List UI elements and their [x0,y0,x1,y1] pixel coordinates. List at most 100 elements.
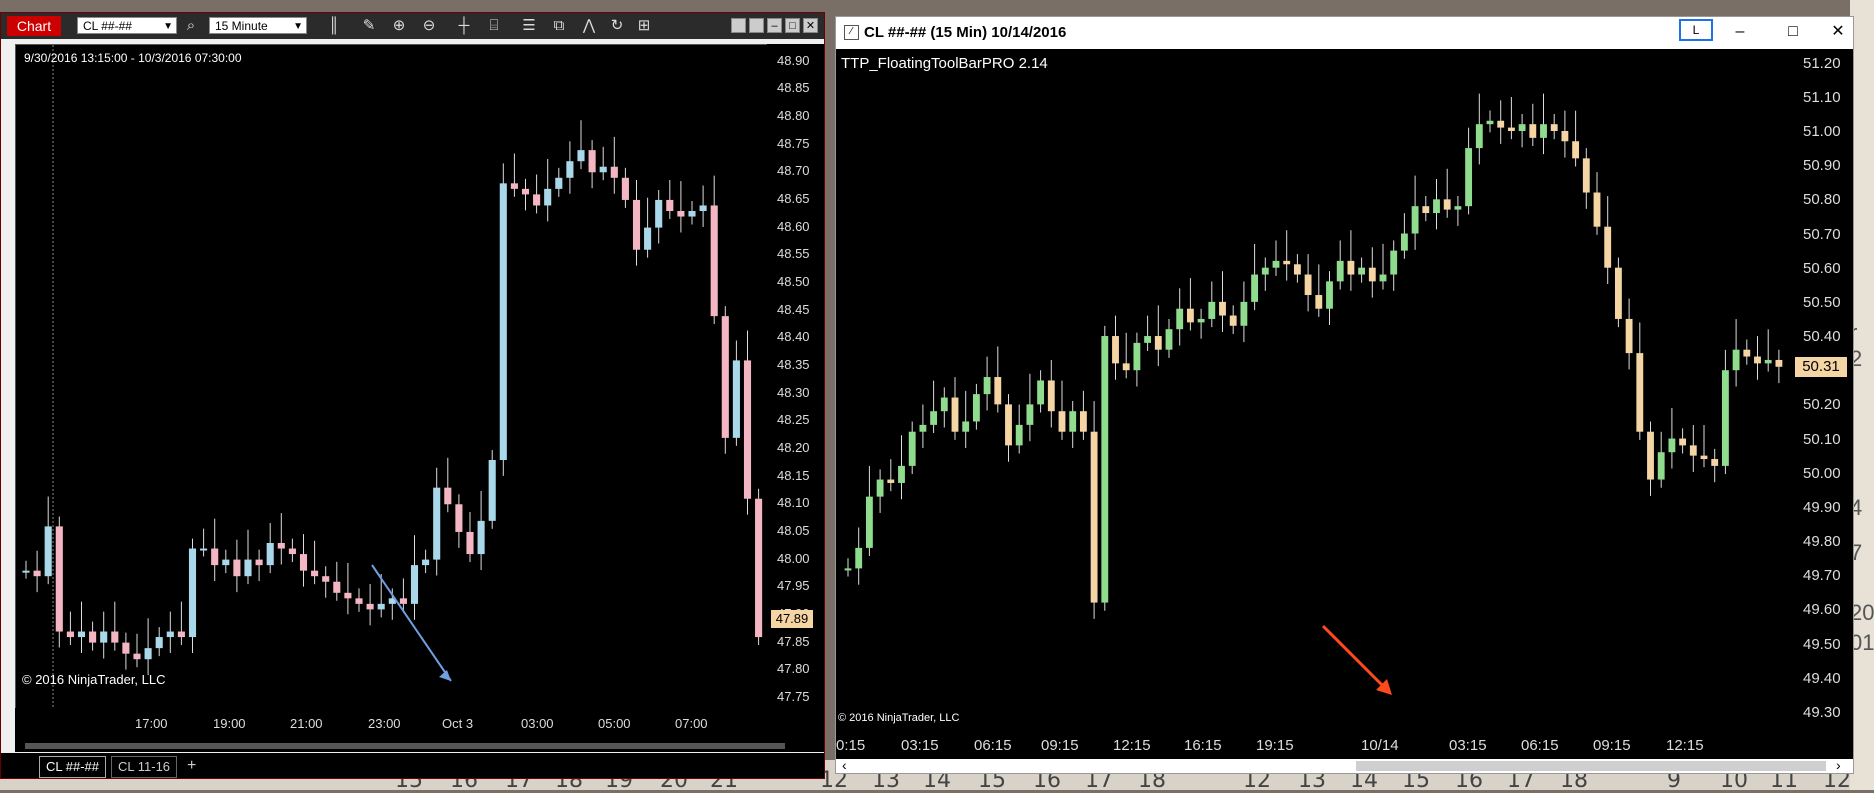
strategies-icon[interactable]: ⧉ [549,16,569,36]
left-candle [499,163,507,476]
time-axis-label: 06:15 [1521,737,1559,754]
scroll-right-icon[interactable]: › [1836,757,1841,773]
time-axis-label: 17:00 [135,716,168,731]
arrow-annotation[interactable] [1321,624,1390,693]
left-candle [144,618,152,676]
price-axis-label: 50.20 [1803,396,1841,414]
left-candle [22,560,30,579]
bar-style-icon[interactable]: ║ [324,16,344,36]
right-candle [1326,271,1333,326]
date-range-label: 9/30/2016 13:15:00 - 10/3/2016 07:30:00 [24,51,242,65]
maximize-icon[interactable]: □ [1781,21,1805,43]
instrument-select[interactable]: CL ##-## ▼ [77,17,177,34]
tab-cl-11-16[interactable]: CL 11-16 [111,756,178,778]
scroll-thumb[interactable] [1356,761,1826,771]
right-candle [1657,431,1665,488]
price-axis-label: 48.35 [777,356,810,372]
last-price-tag: 47.89 [771,610,813,629]
left-candle [621,167,629,208]
pencil-icon[interactable]: ✎ [359,16,379,36]
left-candle [200,528,208,557]
left-candle [677,181,685,233]
time-axis-label: 10/14 [1361,737,1399,754]
time-axis-label: 09:15 [1041,737,1079,754]
close-icon[interactable]: ✕ [1826,21,1850,43]
right-candle [951,377,959,440]
right-candle [1721,349,1729,475]
properties-icon[interactable]: ☰ [519,16,539,36]
price-axis-label: 49.80 [1803,533,1841,551]
zoom-out-icon[interactable]: ⊖ [419,16,439,36]
right-candle [1679,428,1687,454]
cascade-icon[interactable] [749,18,764,33]
tab-cl-main[interactable]: CL ##-## [39,756,106,778]
left-candle [477,490,485,571]
zoom-in-icon[interactable]: ⊕ [389,16,409,36]
close-icon[interactable]: ✕ [803,18,818,33]
price-axis-label: 50.40 [1803,328,1841,346]
minimize-icon[interactable]: – [1728,21,1752,43]
right-candle [1390,240,1398,291]
left-candle [455,494,463,548]
right-candle [1165,319,1173,358]
right-candlestick-chart [844,93,1783,695]
right-horizontal-scrollbar[interactable]: ‹ › [836,757,1853,773]
left-candle [211,518,219,582]
price-axis-label: 47.95 [777,578,810,594]
right-candle [1443,168,1451,218]
left-candle [77,601,86,654]
left-price-plot[interactable]: 9/30/2016 13:15:00 - 10/3/2016 07:30:00 … [15,44,769,710]
left-candle [244,529,252,585]
left-candle [410,535,419,620]
copyright-label: © 2016 NinjaTrader, LLC [22,672,166,687]
right-candle [1261,257,1269,291]
tile-icon[interactable] [731,18,746,33]
chart-tab-label[interactable]: Chart [7,16,61,36]
right-candle [994,346,1002,413]
left-candle [743,330,752,515]
right-candle [1122,332,1130,379]
price-axis-label: 48.10 [777,495,810,511]
templates-icon[interactable]: ⊞ [634,16,654,36]
left-candle [510,153,518,197]
right-candle [1358,257,1366,283]
crosshair-icon[interactable]: ┼ [454,16,474,36]
right-price-axis[interactable]: 51.20 51.10 51.00 50.90 50.80 50.70 50.60 50.50… [1793,49,1853,729]
price-axis-label: 49.60 [1803,601,1841,619]
data-box-icon[interactable]: ⌸ [484,16,504,36]
right-candle [1101,325,1109,611]
right-candle [930,380,938,434]
add-tab-button[interactable]: + [181,756,202,776]
price-axis-label: 48.45 [777,301,810,317]
left-candle [488,450,496,529]
left-candle [555,167,563,197]
search-icon[interactable]: ⌕ [181,16,201,36]
right-candle [1572,110,1580,167]
time-axis-label: 23:00 [368,716,401,731]
time-axis-label: 12:15 [1666,737,1704,754]
right-candle [1614,257,1622,328]
left-candle [89,621,97,651]
scroll-left-icon[interactable]: ‹ [842,757,847,773]
left-time-axis[interactable]: 17:00 19:00 21:00 23:00 Oct 3 03:00 05:00 07:00 [15,708,824,740]
time-axis-label: 19:15 [1256,737,1294,754]
left-price-axis[interactable]: 48.90 48.85 48.80 48.75 48.70 48.65 48.60 48.55… [767,44,824,708]
maximize-icon[interactable]: □ [785,18,800,33]
refresh-icon[interactable]: ↻ [607,16,627,36]
price-axis-label: 48.15 [777,467,810,483]
right-candle [1219,271,1226,332]
right-candle [1529,103,1537,147]
price-axis-label: 48.75 [777,135,810,151]
left-candle [632,180,641,266]
right-time-axis[interactable]: 0:15 03:15 06:15 09:15 12:15 16:15 19:15 10/14 0… [836,729,1853,759]
interval-select[interactable]: 15 Minute ▼ [209,17,307,34]
price-axis-label: 50.70 [1803,225,1841,243]
price-axis-label: 50.80 [1803,191,1841,209]
minimize-icon[interactable]: – [767,18,782,33]
left-horizontal-scrollbar[interactable] [15,740,824,752]
link-button[interactable]: L [1679,19,1713,41]
indicators-icon[interactable]: ⋀ [579,16,599,36]
right-price-plot[interactable]: TTP_FloatingToolBarPRO 2.14 © 2016 Ninja… [836,49,1793,729]
left-candle [188,538,197,654]
time-axis-label: 05:00 [598,716,631,731]
